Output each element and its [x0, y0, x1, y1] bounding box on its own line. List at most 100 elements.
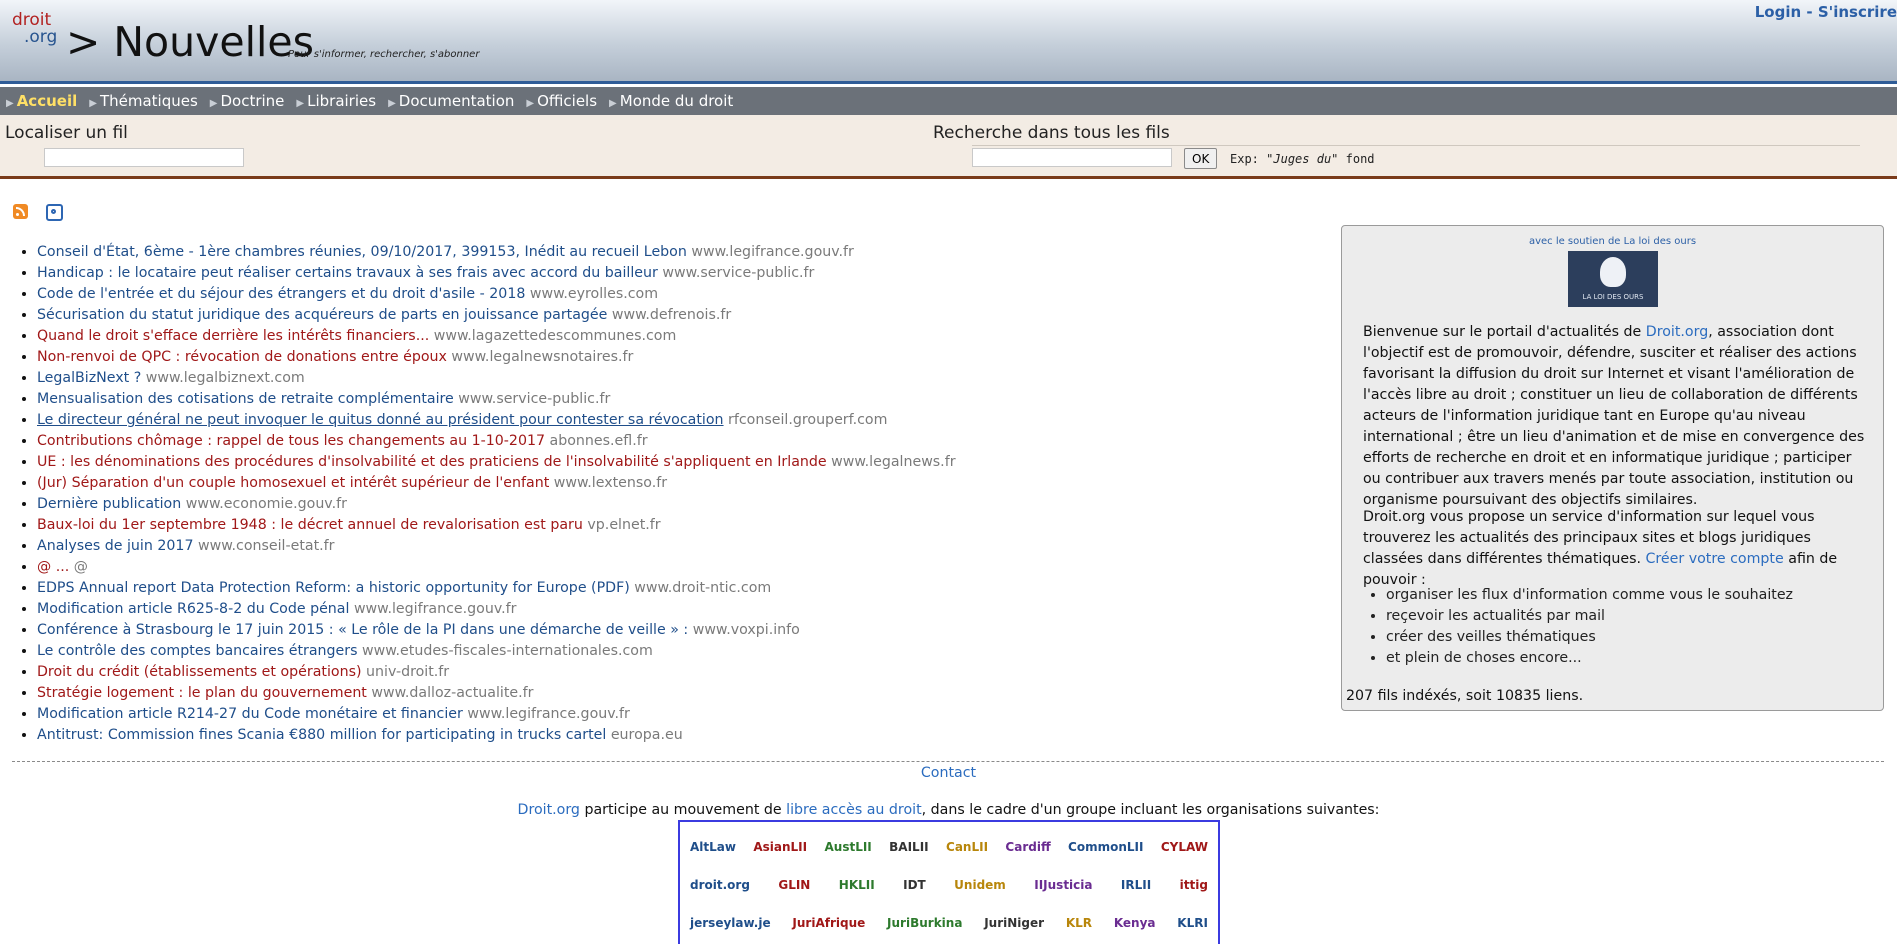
news-source: vp.elnet.fr	[587, 517, 661, 533]
news-title-link[interactable]: @ ...	[37, 559, 69, 575]
logo-row: droit.org GLIN HKLII IDT Unidem IIJusticia IRL…	[690, 870, 1208, 900]
news-item: Modification article R214-27 du Code mon…	[37, 704, 956, 725]
open-access-link[interactable]: libre accès au droit	[786, 802, 921, 818]
search-all-input[interactable]	[972, 148, 1172, 167]
partner-logo[interactable]: droit.org	[690, 878, 750, 892]
login-link[interactable]: Login	[1755, 3, 1801, 21]
news-title-link[interactable]: Stratégie logement : le plan du gouverne…	[37, 685, 367, 701]
news-title-link[interactable]: Contributions chômage : rappel de tous l…	[37, 433, 545, 449]
news-title-link[interactable]: Antitrust: Commission fines Scania €880 …	[37, 727, 606, 743]
news-item: Droit du crédit (établissements et opéra…	[37, 662, 956, 683]
nav-item-officiels[interactable]: ▶ Officiels	[526, 92, 597, 110]
feature-item: et plein de choses encore...	[1386, 648, 1793, 669]
news-source: univ-droit.fr	[366, 664, 450, 680]
intro-paragraph-2: Droit.org vous propose un service d'info…	[1363, 507, 1873, 591]
partner-logo[interactable]: Cardiff	[1005, 840, 1050, 854]
news-title-link[interactable]: Code de l'entrée et du séjour des étrang…	[37, 286, 525, 302]
sponsor-logo[interactable]: LA LOI DES OURS	[1568, 251, 1658, 307]
news-title-link[interactable]: Le contrôle des comptes bancaires étrang…	[37, 643, 358, 659]
search-ok-button[interactable]: OK	[1184, 148, 1218, 169]
news-title-link[interactable]: Analyses de juin 2017	[37, 538, 193, 554]
news-title-link[interactable]: Sécurisation du statut juridique des acq…	[37, 307, 607, 323]
news-title-link[interactable]: Quand le droit s'efface derrière les int…	[37, 328, 429, 344]
partner-logo[interactable]: AltLaw	[690, 840, 736, 854]
partner-logo[interactable]: CYLAW	[1161, 840, 1208, 854]
partner-logo[interactable]: CommonLII	[1068, 840, 1143, 854]
nav-arrow-icon: ▶	[209, 98, 218, 109]
news-title-link[interactable]: Conférence à Strasbourg le 17 juin 2015 …	[37, 622, 688, 638]
auth-separator: -	[1806, 3, 1813, 21]
news-title-link[interactable]: Droit du crédit (établissements et opéra…	[37, 664, 362, 680]
news-source: www.legalnews.fr	[831, 454, 956, 470]
signup-link[interactable]: S'inscrire	[1818, 3, 1897, 21]
news-item: Modification article R625-8-2 du Code pé…	[37, 599, 956, 620]
droit-org-footer-link[interactable]: Droit.org	[518, 802, 580, 818]
partner-logo[interactable]: JuriAfrique	[792, 916, 865, 930]
partner-logo[interactable]: BAILII	[889, 840, 928, 854]
partner-logo[interactable]: IDT	[903, 878, 926, 892]
news-title-link[interactable]: LegalBizNext ?	[37, 370, 141, 386]
news-title-link[interactable]: EDPS Annual report Data Protection Refor…	[37, 580, 630, 596]
news-title-link[interactable]: Mensualisation des cotisations de retrai…	[37, 391, 454, 407]
nav-label: Accueil	[16, 92, 78, 110]
nav-item-monde-du-droit[interactable]: ▶ Monde du droit	[609, 92, 733, 110]
intro-paragraph-1: Bienvenue sur le portail d'actualités de…	[1363, 322, 1873, 511]
news-title-link[interactable]: Le directeur général ne peut invoquer le…	[37, 412, 724, 428]
partner-logos: AltLaw AsianLII AustLII BAILII CanLII Cardiff…	[678, 820, 1220, 944]
news-title-link[interactable]: Handicap : le locataire peut réaliser ce…	[37, 265, 658, 281]
feed-icons	[13, 204, 63, 221]
news-title-link[interactable]: Baux-loi du 1er septembre 1948 : le décr…	[37, 517, 583, 533]
news-item: LegalBizNext ? www.legalbiznext.com	[37, 368, 956, 389]
footer-divider	[12, 761, 1884, 762]
intro-text: Bienvenue sur le portail d'actualités de	[1363, 324, 1646, 340]
partner-logo[interactable]: Unidem	[954, 878, 1006, 892]
partner-logo[interactable]: AustLII	[824, 840, 871, 854]
news-item: Conseil d'État, 6ème - 1ère chambres réu…	[37, 242, 956, 263]
partner-logo[interactable]: IIJusticia	[1034, 878, 1092, 892]
partner-logo[interactable]: AsianLII	[753, 840, 807, 854]
partner-logo[interactable]: GLIN	[778, 878, 810, 892]
nav-arrow-icon: ▶	[6, 98, 14, 109]
site-tagline: Pour s'informer, rechercher, s'abonner	[288, 49, 480, 60]
droit-org-link[interactable]: Droit.org	[1646, 324, 1708, 340]
partner-logo[interactable]: jerseylaw.je	[690, 916, 771, 930]
partner-logo[interactable]: JuriNiger	[984, 916, 1044, 930]
locate-feed-input[interactable]	[44, 148, 244, 167]
nav-item-documentation[interactable]: ▶ Documentation	[388, 92, 514, 110]
news-title-link[interactable]: Non-renvoi de QPC : révocation de donati…	[37, 349, 447, 365]
sponsor-link[interactable]: avec le soutien de La loi des ours	[1342, 236, 1883, 247]
news-source: www.economie.gouv.fr	[185, 496, 347, 512]
news-title-link[interactable]: Modification article R625-8-2 du Code pé…	[37, 601, 349, 617]
site-logo[interactable]: droit .org	[12, 12, 57, 46]
partner-logo[interactable]: JuriBurkina	[887, 916, 962, 930]
news-title-link[interactable]: Conseil d'État, 6ème - 1ère chambres réu…	[37, 244, 687, 260]
news-title-link[interactable]: UE : les dénominations des procédures d'…	[37, 454, 827, 470]
create-account-link[interactable]: Créer votre compte	[1646, 551, 1784, 567]
rss-icon[interactable]	[13, 204, 28, 219]
news-item: UE : les dénominations des procédures d'…	[37, 452, 956, 473]
news-title-link[interactable]: Dernière publication	[37, 496, 181, 512]
news-title-link[interactable]: Modification article R214-27 du Code mon…	[37, 706, 463, 722]
circle-icon[interactable]	[46, 204, 63, 221]
movement-text: participe au mouvement de	[579, 802, 787, 818]
news-source: www.defrenois.fr	[611, 307, 732, 323]
news-title-link[interactable]: (Jur) Séparation d'un couple homosexuel …	[37, 475, 549, 491]
nav-item-thematiques[interactable]: ▶ Thématiques	[89, 92, 198, 110]
contact-link[interactable]: Contact	[0, 765, 1897, 781]
nav-item-accueil[interactable]: ▶ Accueil	[6, 92, 77, 110]
partner-logo[interactable]: HKLII	[839, 878, 875, 892]
news-item: Mensualisation des cotisations de retrai…	[37, 389, 956, 410]
nav-arrow-icon: ▶	[609, 98, 617, 109]
partner-logo[interactable]: CanLII	[946, 840, 988, 854]
news-item: Antitrust: Commission fines Scania €880 …	[37, 725, 956, 746]
nav-arrow-icon: ▶	[296, 98, 305, 109]
partner-logo[interactable]: KLR	[1066, 916, 1092, 930]
partner-logo[interactable]: IRLII	[1121, 878, 1151, 892]
partner-logo[interactable]: Kenya	[1114, 916, 1156, 930]
nav-item-doctrine[interactable]: ▶ Doctrine	[210, 92, 285, 110]
partner-logo[interactable]: KLRI	[1177, 916, 1208, 930]
news-source: www.etudes-fiscales-internationales.com	[362, 643, 653, 659]
nav-label: Librairies	[307, 92, 377, 110]
partner-logo[interactable]: ittig	[1180, 878, 1208, 892]
nav-item-librairies[interactable]: ▶ Librairies	[296, 92, 376, 110]
